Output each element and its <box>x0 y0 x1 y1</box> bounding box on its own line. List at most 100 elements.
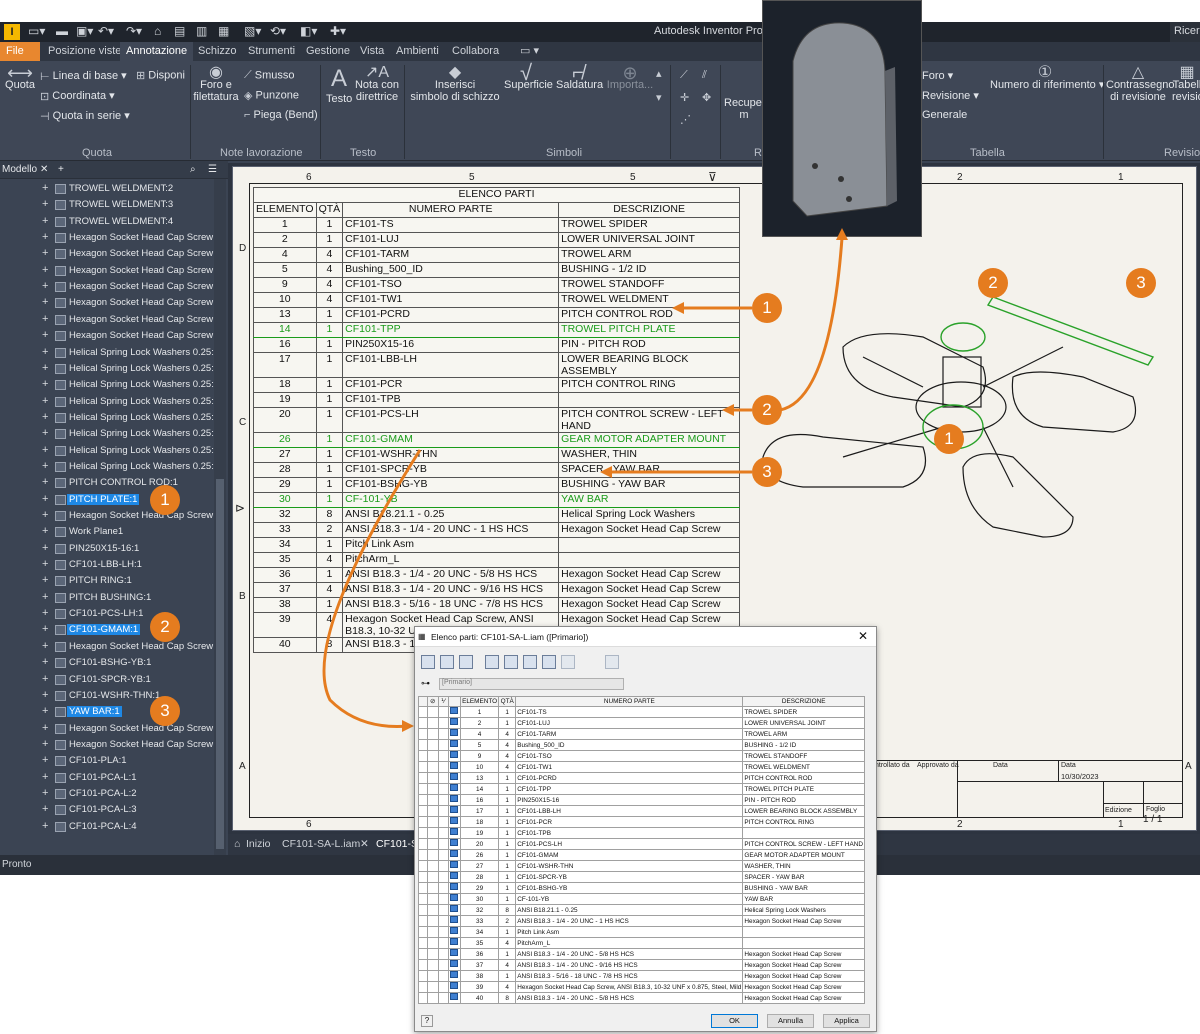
row-selector[interactable] <box>418 772 428 785</box>
row-flag-cell[interactable] <box>437 827 449 840</box>
row-flag-cell[interactable] <box>426 871 439 884</box>
row-flag-cell[interactable] <box>437 816 449 829</box>
row-flag-cell[interactable] <box>437 805 449 818</box>
row-selector[interactable] <box>418 783 428 796</box>
row-flag-cell[interactable] <box>426 926 439 939</box>
row-flag-cell[interactable] <box>426 882 439 895</box>
row-selector[interactable] <box>418 926 428 939</box>
table-wrapping-icon[interactable] <box>523 655 537 669</box>
table-row[interactable]: 34 1 Pitch Link Asm <box>418 926 865 939</box>
row-selector[interactable] <box>418 904 428 917</box>
row-selector[interactable] <box>418 794 428 807</box>
row-selector[interactable] <box>418 717 428 730</box>
row-flag-cell[interactable] <box>426 750 439 763</box>
row-flag-cell[interactable] <box>437 871 449 884</box>
renumber-icon[interactable] <box>542 655 556 669</box>
row-selector[interactable] <box>418 739 428 752</box>
row-flag-cell[interactable] <box>426 717 439 730</box>
row-flag-cell[interactable] <box>437 772 449 785</box>
table-row[interactable]: 9 4 CF101-TSO TROWEL STANDOFF <box>418 750 865 763</box>
ok-button[interactable]: OK <box>711 1014 758 1028</box>
row-flag-cell[interactable] <box>437 750 449 763</box>
row-selector[interactable] <box>418 827 428 840</box>
row-flag-cell[interactable] <box>437 761 449 774</box>
help-button[interactable]: ? <box>421 1015 433 1027</box>
row-flag-cell[interactable] <box>437 783 449 796</box>
table-row[interactable]: 37 4 ANSI B18.3 - 1/4 - 20 UNC - 9/16 HS H… <box>418 959 865 972</box>
table-row[interactable]: 30 1 CF-101-YB YAW BAR <box>418 893 865 906</box>
row-flag-cell[interactable] <box>426 860 439 873</box>
row-flag-cell[interactable] <box>437 838 449 851</box>
dialog-parts-table[interactable]: ⊘ ⅟ ELEMENTO QTÀ NUMERO PARTE DESCRIZION… <box>418 695 865 1005</box>
row-selector[interactable] <box>418 948 428 961</box>
table-row[interactable]: 17 1 CF101-LBB-LH LOWER BEARING BLOCK ASSEM… <box>418 805 865 818</box>
row-flag-cell[interactable] <box>426 706 439 719</box>
row-flag-cell[interactable] <box>437 915 449 928</box>
table-row[interactable]: 1 1 CF101-TS TROWEL SPIDER <box>418 706 865 719</box>
table-row[interactable]: 14 1 CF101-TPP TROWEL PITCH PLATE <box>418 783 865 796</box>
row-selector[interactable] <box>418 816 428 829</box>
row-flag-cell[interactable] <box>437 937 449 950</box>
table-row[interactable]: 26 1 CF101-GMAM GEAR MOTOR ADAPTER MOUNT <box>418 849 865 862</box>
table-row[interactable]: 2 1 CF101-LUJ LOWER UNIVERSAL JOINT <box>418 717 865 730</box>
apply-button[interactable]: Applica <box>823 1014 870 1028</box>
row-flag-cell[interactable] <box>437 882 449 895</box>
table-row[interactable]: 13 1 CF101-PCRD PITCH CONTROL ROD <box>418 772 865 785</box>
row-flag-cell[interactable] <box>426 805 439 818</box>
row-flag-cell[interactable] <box>426 772 439 785</box>
row-flag-cell[interactable] <box>437 926 449 939</box>
table-row[interactable]: 27 1 CF101-WSHR-THN WASHER, THIN <box>418 860 865 873</box>
table-row[interactable]: 35 4 PitchArm_L <box>418 937 865 950</box>
table-row[interactable]: 33 2 ANSI B18.3 - 1/4 - 20 UNC - 1 HS HCS H… <box>418 915 865 928</box>
member-selection-icon[interactable] <box>561 655 575 669</box>
table-row[interactable]: 39 4 Hexagon Socket Head Cap Screw, ANSI B… <box>418 981 865 994</box>
row-flag-cell[interactable] <box>437 860 449 873</box>
table-row[interactable]: 5 4 Bushing_500_ID BUSHING - 1/2 ID <box>418 739 865 752</box>
row-flag-cell[interactable] <box>437 893 449 906</box>
row-flag-cell[interactable] <box>426 981 439 994</box>
row-selector[interactable] <box>418 728 428 741</box>
row-selector[interactable] <box>418 805 428 818</box>
row-selector[interactable] <box>418 893 428 906</box>
row-flag-cell[interactable] <box>437 959 449 972</box>
row-flag-cell[interactable] <box>426 992 439 1005</box>
row-flag-cell[interactable] <box>426 959 439 972</box>
row-flag-cell[interactable] <box>426 816 439 829</box>
row-flag-cell[interactable] <box>426 728 439 741</box>
row-flag-cell[interactable] <box>426 904 439 917</box>
table-row[interactable]: 18 1 CF101-PCR PITCH CONTROL RING <box>418 816 865 829</box>
table-row[interactable]: 36 1 ANSI B18.3 - 1/4 - 20 UNC - 5/8 HS HC… <box>418 948 865 961</box>
row-flag-cell[interactable] <box>426 739 439 752</box>
column-chooser-icon[interactable] <box>421 655 435 669</box>
sort-icon[interactable] <box>485 655 499 669</box>
bom-view-icon[interactable] <box>605 655 619 669</box>
table-row[interactable]: 29 1 CF101-BSHG-YB BUSHING - YAW BAR <box>418 882 865 895</box>
row-flag-cell[interactable] <box>437 794 449 807</box>
row-flag-cell[interactable] <box>437 706 449 719</box>
row-selector[interactable] <box>418 761 428 774</box>
row-selector[interactable] <box>418 706 428 719</box>
row-flag-cell[interactable] <box>426 783 439 796</box>
row-flag-cell[interactable] <box>437 970 449 983</box>
table-row[interactable]: 19 1 CF101-TPB <box>418 827 865 840</box>
table-row[interactable]: 32 8 ANSI B18.21.1 - 0.25 Helical Spring Lo… <box>418 904 865 917</box>
row-flag-cell[interactable] <box>437 849 449 862</box>
row-selector[interactable] <box>418 838 428 851</box>
row-flag-cell[interactable] <box>426 827 439 840</box>
table-row[interactable]: 38 1 ANSI B18.3 - 5/16 - 18 UNC - 7/8 HS H… <box>418 970 865 983</box>
row-selector[interactable] <box>418 750 428 763</box>
row-flag-cell[interactable] <box>426 915 439 928</box>
row-flag-cell[interactable] <box>437 981 449 994</box>
row-selector[interactable] <box>418 959 428 972</box>
cancel-button[interactable]: Annulla <box>767 1014 814 1028</box>
row-selector[interactable] <box>418 849 428 862</box>
row-selector[interactable] <box>418 915 428 928</box>
row-flag-cell[interactable] <box>437 948 449 961</box>
row-flag-cell[interactable] <box>437 728 449 741</box>
row-flag-cell[interactable] <box>426 761 439 774</box>
export-table-icon[interactable] <box>504 655 518 669</box>
table-row[interactable]: 20 1 CF101-PCS-LH PITCH CONTROL SCREW - LEF… <box>418 838 865 851</box>
row-selector[interactable] <box>418 992 428 1005</box>
row-selector[interactable] <box>418 882 428 895</box>
row-flag-cell[interactable] <box>426 893 439 906</box>
